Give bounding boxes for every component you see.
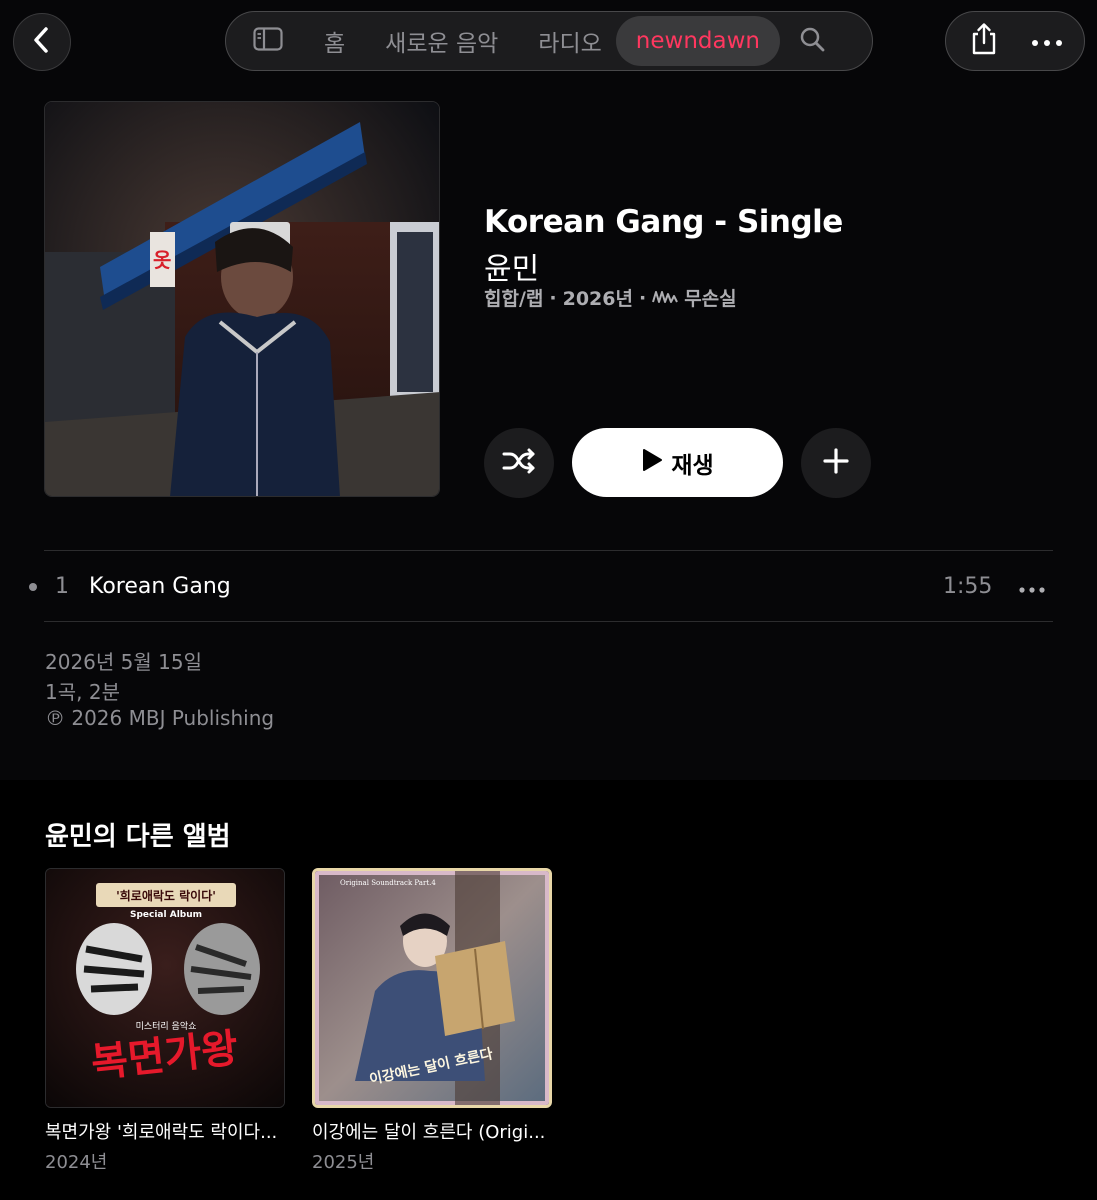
play-button[interactable]: 재생 bbox=[572, 428, 783, 497]
album-card[interactable]: Original Soundtrack Part.4 이강에는 달이 흐른다 이… bbox=[312, 868, 552, 1174]
album-card-title[interactable]: 이강에는 달이 흐른다 (Origi... bbox=[312, 1118, 552, 1144]
cover-text-top: Original Soundtrack Part.4 bbox=[340, 879, 436, 887]
more-options-button[interactable] bbox=[1019, 16, 1075, 66]
share-icon bbox=[969, 22, 999, 60]
album-card-title[interactable]: 복면가왕 '희로애락도 락이다... bbox=[45, 1118, 285, 1144]
sidebar-icon bbox=[253, 27, 283, 55]
play-icon bbox=[641, 448, 663, 478]
shuffle-icon bbox=[502, 447, 536, 479]
share-button[interactable] bbox=[956, 16, 1012, 66]
track-title: Korean Gang bbox=[89, 574, 231, 599]
other-albums-section: 윤민의 다른 앨범 '희로애락도 락이다' Special Album 미스터리… bbox=[0, 780, 1097, 1200]
lossless-waveform-icon bbox=[652, 287, 679, 309]
play-label: 재생 bbox=[671, 452, 714, 479]
ellipsis-icon bbox=[1019, 578, 1045, 597]
track-number: 1 bbox=[55, 574, 69, 599]
release-date: 2026년 5월 15일 bbox=[45, 650, 202, 674]
search-icon bbox=[799, 26, 825, 56]
album-card[interactable]: '희로애락도 락이다' Special Album 미스터리 음악쇼 복면가왕 … bbox=[45, 868, 285, 1174]
cover-text-sub: Special Album bbox=[130, 910, 202, 920]
actions-pill bbox=[945, 11, 1085, 71]
chevron-left-icon bbox=[30, 26, 54, 58]
album-card-cover[interactable]: Original Soundtrack Part.4 이강에는 달이 흐른다 bbox=[312, 868, 552, 1108]
add-to-library-button[interactable] bbox=[801, 428, 871, 498]
tab-radio[interactable]: 라디오 bbox=[524, 16, 615, 66]
lossless-label: 무손실 bbox=[684, 288, 737, 310]
album-card-year: 2025년 bbox=[312, 1152, 375, 1173]
now-playing-indicator bbox=[29, 583, 37, 591]
album-card-year: 2024년 bbox=[45, 1152, 108, 1173]
tracklist-top-divider bbox=[44, 550, 1053, 551]
tab-library-user[interactable]: newndawn bbox=[615, 16, 780, 66]
album-card-cover[interactable]: '희로애락도 락이다' Special Album 미스터리 음악쇼 복면가왕 bbox=[45, 868, 285, 1108]
search-button[interactable] bbox=[790, 19, 834, 63]
album-artist-link[interactable]: 윤민 bbox=[484, 244, 539, 288]
meta-separator: · bbox=[638, 286, 647, 309]
tab-new-music[interactable]: 새로운 음악 bbox=[371, 16, 512, 66]
track-duration: 1:55 bbox=[943, 574, 993, 599]
top-navigation: 홈 새로운 음악 라디오 newndawn bbox=[225, 11, 873, 71]
svg-text:옷: 옷 bbox=[153, 248, 171, 272]
copyright: ℗ 2026 MBJ Publishing bbox=[45, 706, 275, 730]
section-heading[interactable]: 윤민의 다른 앨범 bbox=[45, 816, 231, 853]
album-genre: 힙합/랩 bbox=[484, 288, 544, 310]
tracklist-bottom-divider bbox=[44, 621, 1053, 622]
track-row[interactable]: 1 Korean Gang 1:55 bbox=[0, 552, 1097, 622]
ellipsis-icon bbox=[1031, 32, 1063, 51]
shuffle-button[interactable] bbox=[484, 428, 554, 498]
album-metadata: 힙합/랩 · 2026년 · 무손실 bbox=[484, 284, 737, 311]
tab-home[interactable]: 홈 bbox=[310, 16, 359, 66]
track-summary: 1곡, 2분 bbox=[45, 680, 120, 704]
album-title: Korean Gang - Single bbox=[484, 204, 843, 240]
album-artwork[interactable]: 옷 bbox=[44, 101, 440, 497]
meta-separator: · bbox=[549, 286, 557, 309]
plus-icon bbox=[822, 447, 850, 479]
album-year: 2026년 bbox=[562, 288, 633, 310]
back-button[interactable] bbox=[13, 13, 71, 71]
cover-text-top: '희로애락도 락이다' bbox=[116, 888, 216, 903]
track-more-button[interactable] bbox=[1013, 572, 1051, 602]
sidebar-toggle-button[interactable] bbox=[246, 19, 290, 63]
